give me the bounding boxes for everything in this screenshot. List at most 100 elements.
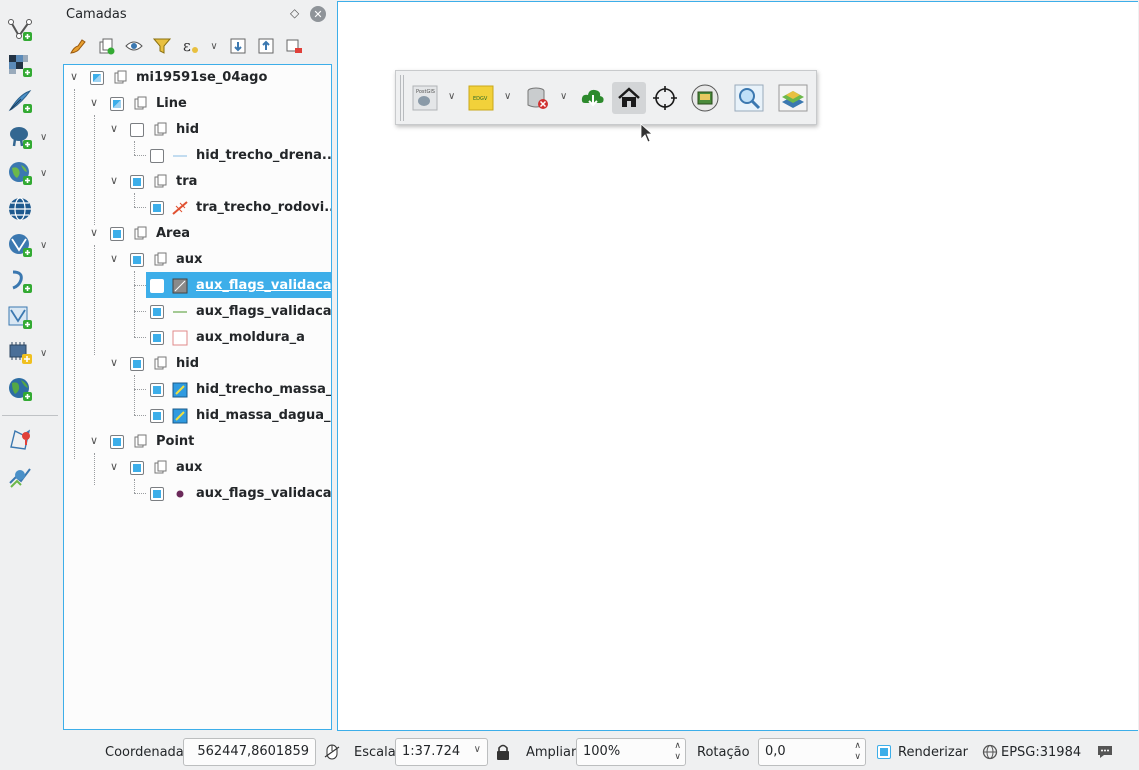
- rotation-spinbox[interactable]: 0,0 ∧ ∨: [758, 738, 866, 766]
- coordinate-field[interactable]: 562447,8601859: [183, 738, 316, 766]
- collapse-chevron-icon[interactable]: ∨: [108, 253, 120, 265]
- remove-layer-button[interactable]: [284, 36, 304, 56]
- layers-book-button[interactable]: [688, 82, 722, 114]
- tree-group-row[interactable]: ∨ aux: [64, 455, 331, 481]
- collapse-chevron-icon[interactable]: ∨: [68, 71, 80, 83]
- close-panel-button[interactable]: ✕: [310, 6, 326, 22]
- tree-layer-row[interactable]: aux_moldura_a: [64, 325, 331, 351]
- chevron-down-icon[interactable]: ∨: [40, 240, 47, 251]
- layer-checkbox[interactable]: [150, 331, 164, 345]
- tree-group-row[interactable]: ∨ Point: [64, 429, 331, 455]
- wms-layer-button[interactable]: ∨: [6, 158, 50, 188]
- collapse-chevron-icon[interactable]: ∨: [88, 435, 100, 447]
- edgv-button[interactable]: EDGV: [464, 82, 498, 114]
- layer-checkbox[interactable]: [150, 487, 164, 501]
- mesh-layer-button[interactable]: ∨: [6, 338, 50, 368]
- xyz-layer-button[interactable]: [6, 374, 50, 404]
- new-vector-layer-button[interactable]: [6, 14, 50, 44]
- visibility-button[interactable]: [124, 36, 144, 56]
- zoom-spinbox[interactable]: 100% ∧ ∨: [576, 738, 686, 766]
- cloud-download-button[interactable]: [576, 82, 610, 114]
- collapse-chevron-icon[interactable]: ∨: [108, 123, 120, 135]
- layer-checkbox[interactable]: [110, 97, 124, 111]
- georeferencer-button[interactable]: [6, 425, 50, 455]
- tree-group-row[interactable]: ∨ mi19591se_04ago: [64, 65, 331, 91]
- layer-checkbox[interactable]: [150, 305, 164, 319]
- tree-group-row[interactable]: ∨ tra: [64, 169, 331, 195]
- wfs-layer-button[interactable]: ∨: [6, 230, 50, 260]
- tree-group-row[interactable]: ∨ aux: [64, 247, 331, 273]
- home-button[interactable]: [612, 82, 646, 114]
- layer-tree[interactable]: ∨ mi19591se_04ago ∨ Line ∨ hid hid_trech…: [63, 64, 332, 730]
- edgv-icon: EDGV: [468, 85, 494, 111]
- tree-group-row[interactable]: ∨ hid: [64, 351, 331, 377]
- tree-group-row[interactable]: ∨ Area: [64, 221, 331, 247]
- postgis-layer-button[interactable]: ∨: [6, 122, 50, 152]
- add-group-button[interactable]: [96, 36, 116, 56]
- tree-group-row[interactable]: ∨ Line: [64, 91, 331, 117]
- expression-filter-button[interactable]: ε: [180, 36, 200, 56]
- spin-arrows-icon[interactable]: ∧ ∨: [854, 741, 861, 763]
- virtual-layer-button[interactable]: [6, 266, 50, 296]
- layer-checkbox[interactable]: [130, 123, 144, 137]
- layer-checkbox[interactable]: [130, 461, 144, 475]
- tree-layer-row[interactable]: tra_trecho_rodovi...: [64, 195, 331, 221]
- collapse-chevron-icon[interactable]: ∨: [108, 461, 120, 473]
- scale-combobox[interactable]: 1:37.724 ∨: [395, 738, 488, 766]
- layer-checkbox[interactable]: [150, 201, 164, 215]
- layer-checkbox[interactable]: [130, 175, 144, 189]
- chevron-down-icon[interactable]: ∨: [40, 348, 47, 359]
- chevron-down-icon[interactable]: ∨: [40, 132, 47, 143]
- layer-checkbox[interactable]: [130, 253, 144, 267]
- collapse-all-button[interactable]: [256, 36, 276, 56]
- messages-button[interactable]: [1096, 744, 1114, 764]
- mouse-coordinate-toggle[interactable]: [323, 743, 341, 765]
- layer-checkbox[interactable]: [150, 149, 164, 163]
- layer-checkbox[interactable]: [110, 227, 124, 241]
- collapse-chevron-icon[interactable]: ∨: [88, 97, 100, 109]
- collapse-chevron-icon[interactable]: ∨: [108, 175, 120, 187]
- tree-label: hid: [176, 356, 200, 371]
- chevron-down-icon[interactable]: ∨: [204, 36, 224, 56]
- crs-button[interactable]: [982, 744, 998, 764]
- vector-tile-button[interactable]: [6, 302, 50, 332]
- tree-group-row[interactable]: ∨ hid: [64, 117, 331, 143]
- chevron-down-icon[interactable]: ∨: [560, 91, 567, 102]
- tree-layer-row[interactable]: aux_flags_validaca...: [64, 299, 331, 325]
- spin-arrows-icon[interactable]: ∧ ∨: [674, 741, 681, 763]
- tree-layer-row[interactable]: hid_trecho_drena...: [64, 143, 331, 169]
- collapse-chevron-icon[interactable]: ∨: [108, 357, 120, 369]
- filter-legend-button[interactable]: [152, 36, 172, 56]
- layer-checkbox[interactable]: [90, 71, 104, 85]
- wcs-layer-button[interactable]: [6, 194, 50, 224]
- tree-layer-row-selected[interactable]: aux_flags_validaca...: [64, 273, 331, 299]
- collapse-chevron-icon[interactable]: ∨: [88, 227, 100, 239]
- layer-checkbox[interactable]: [150, 383, 164, 397]
- render-checkbox[interactable]: [877, 745, 891, 759]
- expand-all-button[interactable]: [228, 36, 248, 56]
- layer-checkbox[interactable]: [110, 435, 124, 449]
- database-delete-button[interactable]: [520, 82, 554, 114]
- toolbar-grip-handle[interactable]: [400, 75, 404, 121]
- layer-checkbox[interactable]: [150, 409, 164, 423]
- search-button[interactable]: [732, 82, 766, 114]
- layer-checkbox[interactable]: [150, 279, 164, 293]
- postgis-button[interactable]: PostGIS: [408, 82, 442, 114]
- group-icon: [134, 226, 147, 240]
- tree-layer-row[interactable]: aux_flags_validaca...: [64, 481, 331, 507]
- chevron-down-icon[interactable]: ∨: [40, 168, 47, 179]
- crs-label[interactable]: EPSG:31984: [1001, 745, 1081, 760]
- map-layers-button[interactable]: [776, 82, 810, 114]
- layer-checkbox[interactable]: [130, 357, 144, 371]
- spatial-bookmark-button[interactable]: [6, 461, 50, 491]
- tree-layer-row[interactable]: hid_massa_dagua_a: [64, 403, 331, 429]
- digitize-button[interactable]: [6, 86, 50, 116]
- chevron-down-icon[interactable]: ∨: [504, 91, 511, 102]
- scale-lock-button[interactable]: [496, 743, 510, 765]
- style-manager-button[interactable]: [68, 36, 88, 56]
- float-panel-button[interactable]: ◇: [290, 6, 299, 20]
- tree-layer-row[interactable]: hid_trecho_massa_...: [64, 377, 331, 403]
- chevron-down-icon[interactable]: ∨: [448, 91, 455, 102]
- crosshair-button[interactable]: [648, 82, 682, 114]
- add-raster-layer-button[interactable]: [6, 50, 50, 80]
